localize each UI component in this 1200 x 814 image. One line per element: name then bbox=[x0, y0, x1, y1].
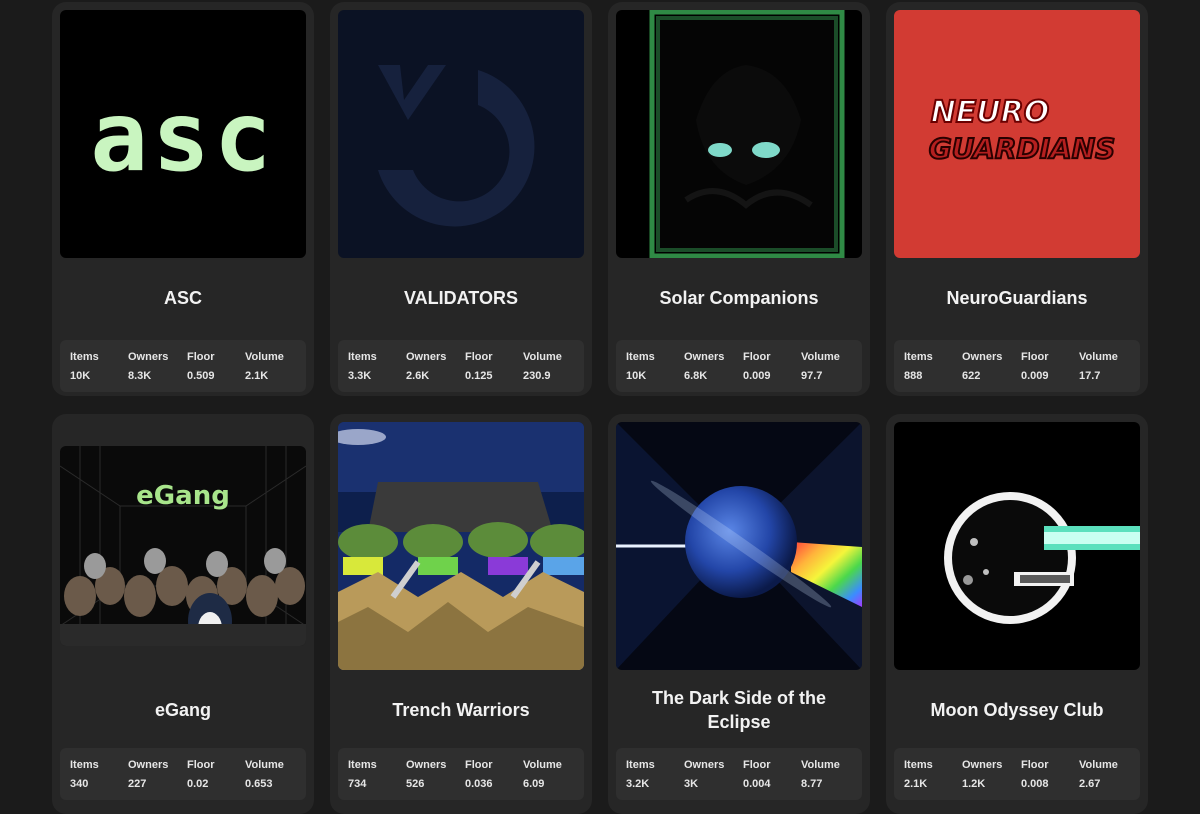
stat-floor: Floor 0.036 bbox=[465, 759, 493, 790]
collection-card-asc[interactable]: asc ASC Items 10K Owners 8.3K Floor 0.509 V… bbox=[52, 2, 314, 396]
collection-image-solar-companions bbox=[616, 10, 862, 258]
collection-grid: asc ASC Items 10K Owners 8.3K Floor 0.509 V… bbox=[0, 0, 1200, 814]
collection-image-egang: eGang bbox=[60, 446, 306, 646]
stat-items: Items 734 bbox=[348, 759, 377, 790]
collection-card-moon-odyssey-club[interactable]: Moon Odyssey Club Items 2.1K Owners 1.2K F… bbox=[886, 414, 1148, 814]
stat-owners: Owners 1.2K bbox=[962, 759, 1003, 790]
stat-owners: Owners 622 bbox=[962, 351, 1003, 382]
collection-name: ASC bbox=[163, 288, 202, 308]
collection-image-neuroguardians: NEURO GUARDIANS bbox=[894, 10, 1140, 258]
stat-volume: Volume 17.7 bbox=[1079, 351, 1118, 382]
collection-name: Trench Warriors bbox=[392, 700, 530, 720]
stat-floor: Floor 0.009 bbox=[1021, 351, 1049, 382]
collection-stats: Items 3.3K Owners 2.6K Floor 0.125 Volume 23… bbox=[338, 340, 584, 392]
collection-card-egang[interactable]: eGang eGang Items 340 Owners 227 Floor 0… bbox=[52, 414, 314, 814]
svg-text:GUARDIANS: GUARDIANS bbox=[929, 132, 1116, 165]
collection-name: NeuroGuardians bbox=[946, 288, 1088, 308]
svg-text:eGang: eGang bbox=[136, 481, 230, 511]
stat-items: Items 10K bbox=[626, 351, 655, 382]
stat-owners: Owners 227 bbox=[128, 759, 169, 790]
stat-owners: Owners 2.6K bbox=[406, 351, 447, 382]
collection-card-neuroguardians[interactable]: NEURO GUARDIANS NeuroGuardians Items 888 … bbox=[886, 2, 1148, 396]
stat-floor: Floor 0.02 bbox=[187, 759, 215, 790]
stat-floor: Floor 0.008 bbox=[1021, 759, 1049, 790]
stat-floor: Floor 0.509 bbox=[187, 351, 215, 382]
collection-stats: Items 888 Owners 622 Floor 0.009 Volume 17.7 bbox=[894, 340, 1140, 392]
stat-items: Items 2.1K bbox=[904, 759, 933, 790]
collection-stats: Items 3.2K Owners 3K Floor 0.004 Volume 8.77 bbox=[616, 748, 862, 800]
collection-image-dark-side-eclipse bbox=[616, 422, 862, 670]
collection-stats: Items 2.1K Owners 1.2K Floor 0.008 Volume 2.… bbox=[894, 748, 1140, 800]
stat-floor: Floor 0.009 bbox=[743, 351, 771, 382]
stat-items: Items 340 bbox=[70, 759, 99, 790]
svg-text:asc: asc bbox=[90, 81, 275, 193]
collection-card-validators[interactable]: VALIDATORS Items 3.3K Owners 2.6K Floor 0.1… bbox=[330, 2, 592, 396]
collection-image-asc: asc bbox=[60, 10, 306, 258]
collection-card-trench-warriors[interactable]: Trench Warriors Items 734 Owners 526 Floor… bbox=[330, 414, 592, 814]
stat-volume: Volume 8.77 bbox=[801, 759, 840, 790]
collection-name: Solar Companions bbox=[659, 288, 819, 308]
collection-image-trench-warriors bbox=[338, 422, 584, 670]
stat-floor: Floor 0.125 bbox=[465, 351, 493, 382]
collection-card-dark-side-eclipse[interactable]: The Dark Side of the Eclipse Items 3.2K O… bbox=[608, 414, 870, 814]
stat-volume: Volume 6.09 bbox=[523, 759, 562, 790]
collection-image-validators bbox=[338, 10, 584, 258]
stat-owners: Owners 3K bbox=[684, 759, 725, 790]
collection-stats: Items 10K Owners 8.3K Floor 0.509 Volume 2.1… bbox=[60, 340, 306, 392]
collection-stats: Items 340 Owners 227 Floor 0.02 Volume 0.653 bbox=[60, 748, 306, 800]
stat-items: Items 888 bbox=[904, 351, 933, 382]
stat-items: Items 3.3K bbox=[348, 351, 377, 382]
collection-name: Moon Odyssey Club bbox=[930, 700, 1104, 720]
stat-items: Items 3.2K bbox=[626, 759, 655, 790]
collection-stats: Items 734 Owners 526 Floor 0.036 Volume 6.09 bbox=[338, 748, 584, 800]
collection-name: VALIDATORS bbox=[403, 288, 518, 308]
collection-stats: Items 10K Owners 6.8K Floor 0.009 Volume 97.… bbox=[616, 340, 862, 392]
collection-name: The Dark Side of the Eclipse bbox=[651, 688, 827, 732]
collection-name: eGang bbox=[154, 700, 211, 720]
stat-owners: Owners 526 bbox=[406, 759, 447, 790]
stat-volume: Volume 2.1K bbox=[245, 351, 284, 382]
stat-items: Items 10K bbox=[70, 351, 99, 382]
svg-text:NEURO: NEURO bbox=[931, 95, 1050, 130]
stat-volume: Volume 0.653 bbox=[245, 759, 284, 790]
collection-image-moon-odyssey-club bbox=[894, 422, 1140, 670]
stat-owners: Owners 8.3K bbox=[128, 351, 169, 382]
collection-card-solar-companions[interactable]: Solar Companions Items 10K Owners 6.8K Flo… bbox=[608, 2, 870, 396]
stat-floor: Floor 0.004 bbox=[743, 759, 771, 790]
stat-volume: Volume 2.67 bbox=[1079, 759, 1118, 790]
stat-volume: Volume 97.7 bbox=[801, 351, 840, 382]
stat-owners: Owners 6.8K bbox=[684, 351, 725, 382]
stat-volume: Volume 230.9 bbox=[523, 351, 562, 382]
